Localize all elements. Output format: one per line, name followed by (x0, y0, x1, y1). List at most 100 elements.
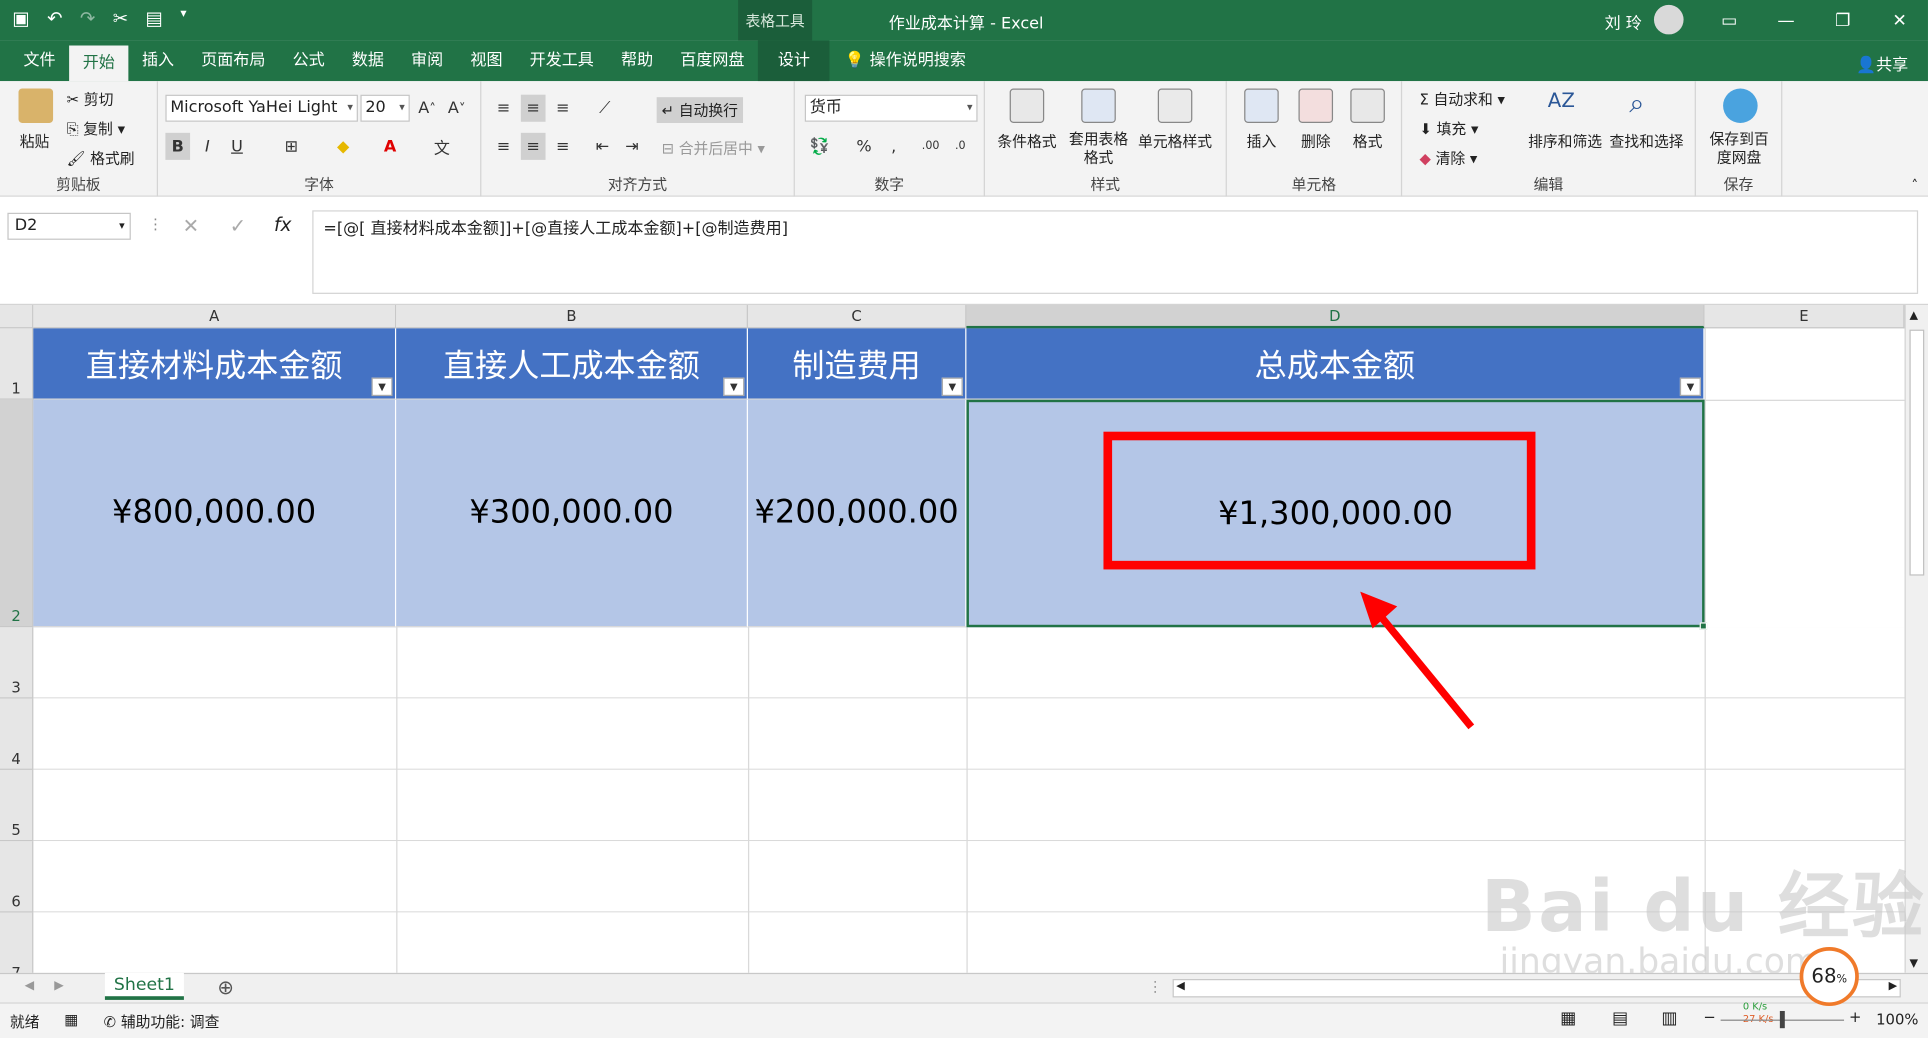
sort-filter-icon[interactable]: AZ (1548, 89, 1583, 123)
row-header-2[interactable]: 2 (0, 399, 34, 628)
tab-view[interactable]: 视图 (457, 41, 516, 82)
avatar[interactable] (1653, 4, 1684, 35)
save-to-netdisk-button[interactable]: 保存到百度网盘 (1703, 130, 1775, 167)
orientation-icon[interactable]: ⟋ (592, 95, 617, 122)
delete-cells-icon[interactable] (1298, 88, 1334, 123)
column-header-a[interactable]: A (33, 305, 397, 329)
ribbon-display-icon[interactable]: ▭ (1701, 0, 1758, 41)
tab-developer[interactable]: 开发工具 (516, 41, 607, 82)
filter-dropdown-icon[interactable]: ▼ (941, 377, 963, 397)
insert-function-icon[interactable]: fx (274, 214, 291, 236)
phonetic-icon[interactable]: 文 (430, 133, 455, 160)
table-header-cell[interactable]: 直接人工成本金额 ▼ (396, 328, 748, 400)
format-as-table-button[interactable]: 套用表格格式 (1064, 130, 1133, 167)
fill-handle[interactable] (1699, 622, 1708, 630)
increase-indent-icon[interactable]: ⇥ (620, 133, 645, 160)
border-icon[interactable]: ⊞ (279, 133, 304, 160)
align-left-icon[interactable]: ≡ (491, 133, 516, 160)
underline-button[interactable]: U (225, 133, 250, 160)
table-header-cell[interactable]: 直接材料成本金额 ▼ (33, 328, 397, 400)
font-size-combo[interactable]: 20 ▾ (360, 94, 410, 122)
macro-record-icon[interactable]: ▦ (64, 1011, 78, 1028)
column-header-d[interactable]: D (966, 305, 1705, 329)
align-middle-icon[interactable]: ≡ (520, 94, 546, 122)
conditional-format-icon[interactable] (1009, 88, 1045, 123)
formula-input[interactable]: =[@[ 直接材料成本金额]]+[@直接人工成本金额]+[@制造费用] (312, 210, 1919, 294)
tab-data[interactable]: 数据 (338, 41, 397, 82)
user-name[interactable]: 刘 玲 (1605, 10, 1642, 33)
align-bottom-icon[interactable]: ≡ (550, 95, 575, 122)
tab-formulas[interactable]: 公式 (279, 41, 338, 82)
add-sheet-icon[interactable]: ⊕ (217, 975, 234, 998)
tab-insert[interactable]: 插入 (128, 41, 187, 82)
sort-filter-button[interactable]: 排序和筛选 (1528, 130, 1602, 151)
format-cells-button[interactable]: 格式 (1353, 130, 1383, 151)
tab-review[interactable]: 审阅 (398, 41, 457, 82)
format-painter-button[interactable]: 🖌 格式刷 (67, 148, 135, 169)
next-sheet-icon[interactable]: ▶ (54, 979, 64, 993)
row-header-1[interactable]: 1 (0, 328, 34, 400)
align-center-icon[interactable]: ≡ (520, 132, 546, 160)
row-header-6[interactable]: 6 (0, 841, 34, 913)
filter-dropdown-icon[interactable]: ▼ (1679, 377, 1701, 397)
table-cell[interactable]: ¥800,000.00 (33, 399, 397, 628)
cut-button[interactable]: ✂ 剪切 (67, 89, 114, 110)
cancel-icon[interactable]: ✕ (183, 214, 200, 237)
table-cell[interactable]: ¥300,000.00 (396, 399, 748, 628)
quick-print-icon[interactable]: ▤ (146, 7, 164, 29)
delete-cells-button[interactable]: 删除 (1301, 130, 1331, 151)
close-icon[interactable]: ✕ (1871, 0, 1928, 41)
scroll-left-icon[interactable]: ◀ (1176, 980, 1185, 992)
conditional-format-button[interactable]: 条件格式 (997, 130, 1056, 151)
fill-button[interactable]: ⬇ 填充 ▾ (1419, 118, 1478, 139)
scroll-thumb[interactable] (1909, 329, 1925, 576)
split-handle-icon[interactable]: ⋮ (1148, 978, 1163, 995)
decrease-indent-icon[interactable]: ⇤ (590, 133, 615, 160)
merge-center-button[interactable]: ⊟ 合并后居中 ▾ (662, 138, 765, 159)
find-select-icon[interactable]: ⌕ (1629, 89, 1664, 123)
cell-styles-icon[interactable] (1157, 88, 1193, 123)
tab-file[interactable]: 文件 (10, 41, 69, 82)
row-header-4[interactable]: 4 (0, 698, 34, 770)
align-right-icon[interactable]: ≡ (550, 133, 575, 160)
column-header-c[interactable]: C (747, 305, 967, 329)
zoom-in-icon[interactable]: + (1849, 1009, 1861, 1026)
undo-icon[interactable]: ↶ (47, 7, 63, 29)
save-icon[interactable]: ▣ (12, 7, 30, 29)
italic-button[interactable]: I (195, 133, 220, 160)
row-header-3[interactable]: 3 (0, 627, 34, 699)
number-format-combo[interactable]: 货币 ▾ (804, 94, 978, 122)
paste-icon[interactable] (18, 88, 54, 123)
clear-button[interactable]: ◆ 清除 ▾ (1419, 148, 1477, 169)
scroll-right-icon[interactable]: ▶ (1889, 980, 1898, 992)
zoom-slider-thumb[interactable] (1779, 1010, 1785, 1029)
network-speed-gauge[interactable]: 68% (1799, 947, 1859, 1007)
percent-button[interactable]: % (852, 133, 877, 160)
zoom-out-icon[interactable]: − (1703, 1009, 1715, 1026)
table-header-cell[interactable]: 总成本金额 ▼ (966, 328, 1705, 400)
align-top-icon[interactable]: ≡ (491, 95, 516, 122)
currency-icon[interactable]: 💱 (807, 133, 832, 160)
increase-decimal-icon[interactable]: .00 (918, 133, 943, 160)
autosum-button[interactable]: Σ 自动求和 ▾ (1419, 89, 1505, 110)
decrease-font-icon[interactable]: A ˅ (444, 95, 469, 122)
scroll-up-icon[interactable]: ▲ (1909, 310, 1918, 322)
redo-icon[interactable]: ↷ (80, 7, 96, 29)
find-select-button[interactable]: 查找和选择 (1610, 130, 1684, 151)
format-cells-icon[interactable] (1350, 88, 1385, 123)
insert-cells-button[interactable]: 插入 (1247, 130, 1277, 151)
tab-baidu-netdisk[interactable]: 百度网盘 (667, 41, 758, 82)
zoom-level[interactable]: 100% (1876, 1011, 1918, 1028)
page-break-view-icon[interactable]: ▥ (1661, 1009, 1677, 1029)
horizontal-scrollbar[interactable]: ◀ ▶ (1172, 979, 1901, 998)
comma-button[interactable]: , (881, 133, 906, 160)
decrease-decimal-icon[interactable]: .0 (948, 133, 973, 160)
page-layout-view-icon[interactable]: ▤ (1612, 1009, 1628, 1029)
increase-font-icon[interactable]: A ˄ (415, 95, 440, 122)
filter-dropdown-icon[interactable]: ▼ (723, 377, 745, 397)
fill-color-icon[interactable]: ◆ (331, 133, 356, 160)
table-header-cell[interactable]: 制造费用 ▼ (747, 328, 967, 400)
filter-dropdown-icon[interactable]: ▼ (371, 377, 393, 397)
enter-icon[interactable]: ✓ (230, 214, 247, 237)
minimize-icon[interactable]: — (1758, 0, 1815, 41)
